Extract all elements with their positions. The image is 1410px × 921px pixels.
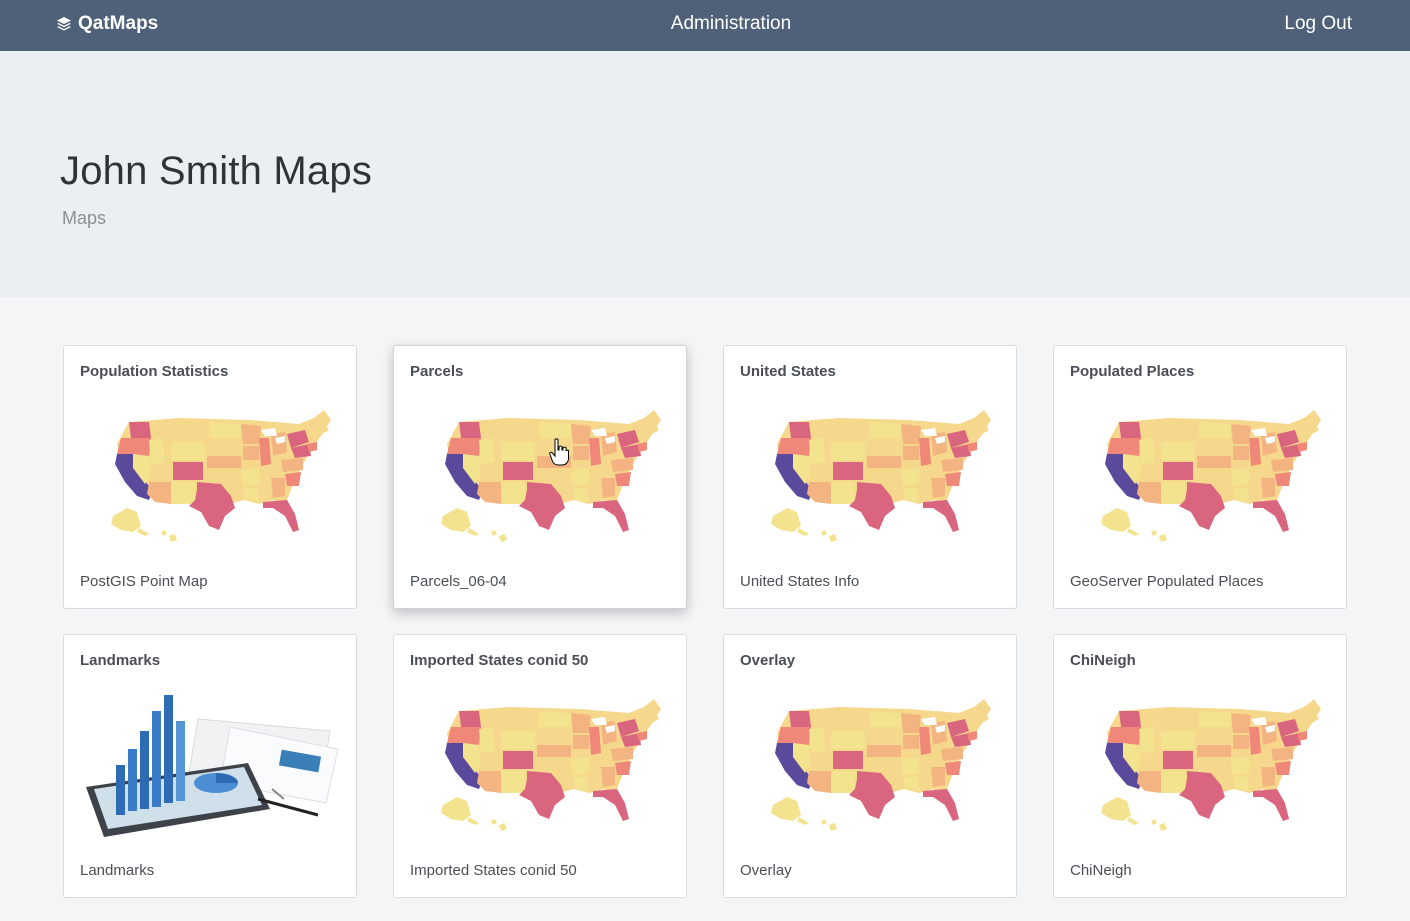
us-map-thumbnail (771, 410, 991, 542)
map-card[interactable]: Population Statistics PostGIS Point Map (63, 345, 357, 609)
nav-administration-link[interactable]: Administration (671, 13, 791, 34)
card-title: Population Statistics (80, 363, 229, 380)
card-subtitle: PostGIS Point Map (80, 573, 208, 590)
card-subtitle: Landmarks (80, 862, 155, 879)
page-subtitle: Maps (62, 208, 107, 228)
card-subtitle: Overlay (740, 862, 792, 879)
nav-administration-container: Administration (0, 13, 1410, 35)
us-map-thumbnail (1101, 410, 1321, 542)
map-card[interactable]: Parcels Parcels_06-04 (393, 345, 687, 609)
card-title: Imported States conid 50 (410, 652, 589, 669)
card-title: United States (740, 363, 836, 380)
us-map-thumbnail (441, 410, 661, 542)
card-subtitle: Imported States conid 50 (410, 862, 577, 879)
card-subtitle: United States Info (740, 573, 860, 590)
map-card[interactable]: United States United States Info (723, 345, 1017, 609)
card-title: Populated Places (1070, 363, 1195, 380)
tablet-chart-thumbnail (86, 695, 339, 837)
card-subtitle: GeoServer Populated Places (1070, 573, 1264, 590)
map-card[interactable]: Landmarks Landmarks (63, 634, 357, 898)
map-card[interactable]: Populated Places GeoServer Populated Pla… (1053, 345, 1347, 609)
card-subtitle: ChiNeigh (1070, 862, 1132, 879)
page-title: John Smith Maps (60, 149, 373, 193)
us-map-thumbnail (1101, 699, 1321, 831)
logout-link[interactable]: Log Out (1284, 13, 1352, 35)
map-card[interactable]: Overlay Overlay (723, 634, 1017, 898)
us-map-thumbnail (441, 699, 661, 831)
us-map-thumbnail (771, 699, 991, 831)
page-header: John Smith Maps Maps (0, 51, 1410, 297)
card-title: Overlay (740, 652, 796, 669)
top-navbar: QatMaps Administration Log Out (0, 0, 1410, 51)
card-subtitle: Parcels_06-04 (410, 573, 507, 590)
map-card[interactable]: Imported States conid 50 Imported States… (393, 634, 687, 898)
card-title: Parcels (410, 363, 464, 380)
map-card[interactable]: ChiNeigh ChiNeigh (1053, 634, 1347, 898)
us-map-thumbnail (111, 410, 331, 542)
card-title: Landmarks (80, 652, 161, 669)
card-title: ChiNeigh (1070, 652, 1136, 669)
